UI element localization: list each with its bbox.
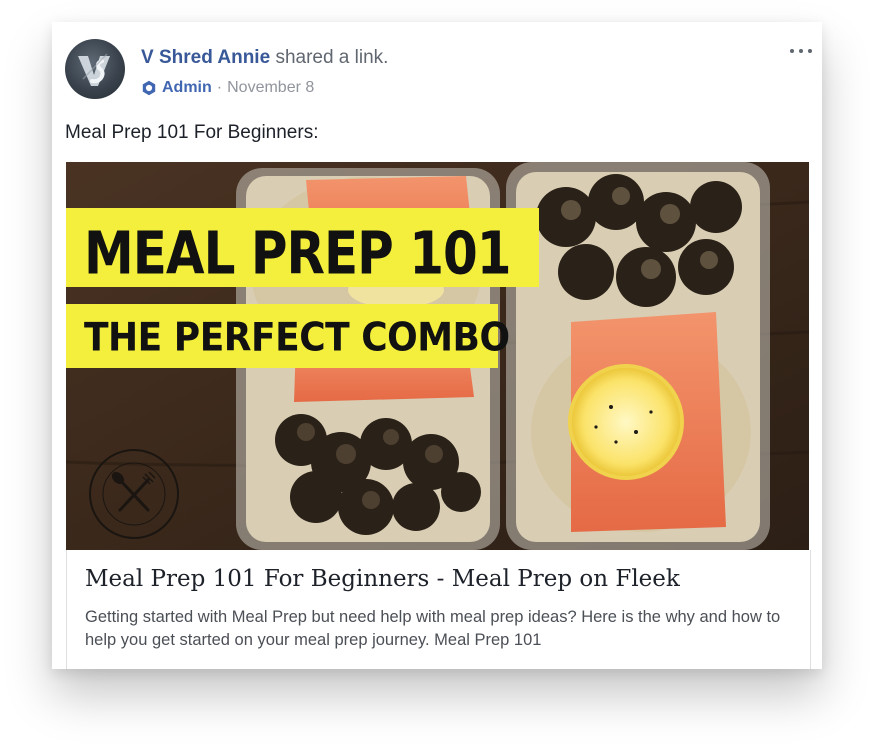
headline-text: MEAL PREP 101 [84,219,512,288]
post-header: V Shred Annie shared a link. [141,46,388,70]
screenshot-stage: V Shred Annie shared a link. Admin · Nov… [0,0,873,751]
author-name-link[interactable]: V Shred Annie [141,47,270,68]
meal-prep-on-fleek-logo [89,449,179,539]
author-avatar[interactable] [65,39,125,99]
link-preview-image[interactable]: MEAL PREP 101 THE PERFECT COMBO [66,162,809,550]
post-date-link[interactable]: November 8 [227,77,314,99]
link-description: Getting started with Meal Prep but need … [85,608,781,649]
shared-action-text: shared a link. [275,47,389,68]
post-body-text: Meal Prep 101 For Beginners: [65,122,319,143]
dot-icon [790,49,794,53]
admin-role-label[interactable]: Admin [162,77,212,99]
admin-badge-icon [142,80,156,96]
post-card: V Shred Annie shared a link. Admin · Nov… [52,22,822,669]
meta-separator: · [216,79,223,96]
dot-icon [799,49,803,53]
more-options-icon[interactable] [790,44,812,58]
link-title[interactable]: Meal Prep 101 For Beginners - Meal Prep … [85,564,680,594]
subheadline-text: THE PERFECT COMBO [84,315,510,361]
post-meta: Admin · November 8 [141,77,314,99]
link-caption[interactable]: Meal Prep 101 For Beginners - Meal Prep … [66,550,811,669]
vs-logo-icon [78,53,110,86]
dot-icon [808,49,812,53]
